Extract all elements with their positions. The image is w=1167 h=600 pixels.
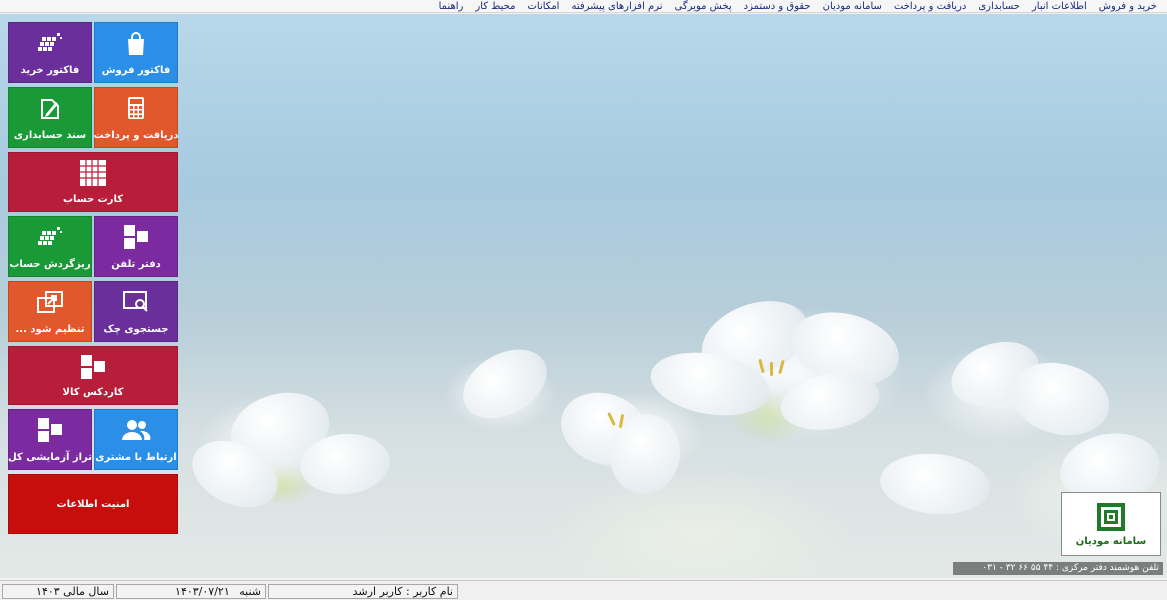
menu-payroll[interactable]: حقوق و دستمزد xyxy=(738,0,817,13)
blocks-icon xyxy=(38,418,62,442)
tile-purchase-invoice[interactable]: فاکتور خرید xyxy=(8,22,92,83)
flower-petal xyxy=(877,449,993,519)
tile-label: دفتر تلفن xyxy=(111,259,161,270)
menu-help[interactable]: راهنما xyxy=(433,0,470,13)
tile-settings[interactable]: تنظیم شود ... xyxy=(8,281,92,342)
tile-label: کاردکس کالا xyxy=(62,387,124,398)
tile-security[interactable]: امنیت اطلاعات xyxy=(8,474,178,534)
tile-customer-contact[interactable]: ارتباط با مشتری xyxy=(94,409,178,470)
menu-modian[interactable]: سامانه مودیان xyxy=(817,0,888,13)
shopping-bag-icon xyxy=(128,32,144,55)
tile-label: جستجوی چک xyxy=(103,324,169,335)
tile-label: سند حسابداری xyxy=(13,130,87,141)
tile-trial-balance[interactable]: تراز آزمایشی کل xyxy=(8,409,92,470)
table-grid-icon xyxy=(80,160,106,186)
menu-accounting[interactable]: حسابداری xyxy=(972,0,1026,13)
flower-stamen xyxy=(770,362,773,376)
flower-petal xyxy=(451,335,559,433)
menu-features[interactable]: امکانات xyxy=(522,0,566,13)
status-date: ۱۴۰۳/۰۷/۲۱ xyxy=(175,585,230,598)
document-edit-icon xyxy=(41,99,59,119)
tile-label: ارتباط با مشتری xyxy=(95,452,177,463)
tile-label: تراز آزمایشی کل xyxy=(7,452,93,463)
tile-label: فاکتور خرید xyxy=(20,65,80,76)
cube-grid-icon xyxy=(38,227,62,245)
tile-cheque-search[interactable]: جستجوی چک xyxy=(94,281,178,342)
menu-receive-pay[interactable]: دریافت و پرداخت xyxy=(888,0,972,13)
menu-workspace[interactable]: محیط کار xyxy=(469,0,521,13)
status-user: نام کاربر : کاربر ارشد xyxy=(268,584,458,599)
tile-item-cardex[interactable]: کاردکس کالا xyxy=(8,346,178,405)
menu-sales-purchase[interactable]: خرید و فروش xyxy=(1093,0,1163,13)
tile-label: کارت حساب xyxy=(62,194,124,205)
blocks-icon xyxy=(124,225,148,249)
external-window-icon xyxy=(37,291,63,313)
tile-label: ریزگردش حساب xyxy=(9,259,91,270)
window-search-icon xyxy=(123,291,148,312)
blocks-icon xyxy=(81,355,105,379)
menu-inventory[interactable]: اطلاعات انبار xyxy=(1026,0,1093,13)
tax-organization-logo-icon xyxy=(1097,502,1125,531)
tile-receive-pay[interactable]: دریافت و پرداخت xyxy=(93,87,179,148)
tile-label: دریافت و پرداخت xyxy=(93,130,179,141)
menu-advanced-software[interactable]: نرم افزارهای پیشرفته xyxy=(565,0,668,13)
tile-label: تنظیم شود ... xyxy=(15,324,85,335)
tile-label: امنیت اطلاعات xyxy=(56,498,130,510)
users-icon xyxy=(122,420,151,440)
office-phone-info: تلفن هوشمند دفتر مرکزی : ۴۴ ۵۵ ۶۶ ۳۲ - ۰… xyxy=(953,562,1163,575)
tile-account-turnover[interactable]: ریزگردش حساب xyxy=(8,216,92,277)
tile-label: فاکتور فروش xyxy=(101,65,171,76)
modian-label: سامانه مودیان xyxy=(1075,535,1147,547)
tile-account-card[interactable]: کارت حساب xyxy=(8,152,178,212)
status-day: شنبه xyxy=(239,585,261,598)
status-fiscal-year: سال مالی ۱۴۰۳ xyxy=(2,584,114,599)
tile-accounting-voucher[interactable]: سند حسابداری xyxy=(8,87,92,148)
status-date-cell: شنبه ۱۴۰۳/۰۷/۲۱ xyxy=(116,584,266,599)
cube-grid-icon xyxy=(38,33,62,51)
menu-distribution[interactable]: پخش مویرگی xyxy=(669,0,738,13)
modian-system-button[interactable]: سامانه مودیان xyxy=(1061,492,1161,556)
menu-bar: خرید و فروش اطلاعات انبار حسابداری دریاف… xyxy=(0,0,1167,13)
tile-phonebook[interactable]: دفتر تلفن xyxy=(94,216,178,277)
calculator-icon xyxy=(128,97,144,119)
tile-sales-invoice[interactable]: فاکتور فروش xyxy=(94,22,178,83)
status-bar: نام کاربر : کاربر ارشد شنبه ۱۴۰۳/۰۷/۲۱ س… xyxy=(0,580,1167,600)
